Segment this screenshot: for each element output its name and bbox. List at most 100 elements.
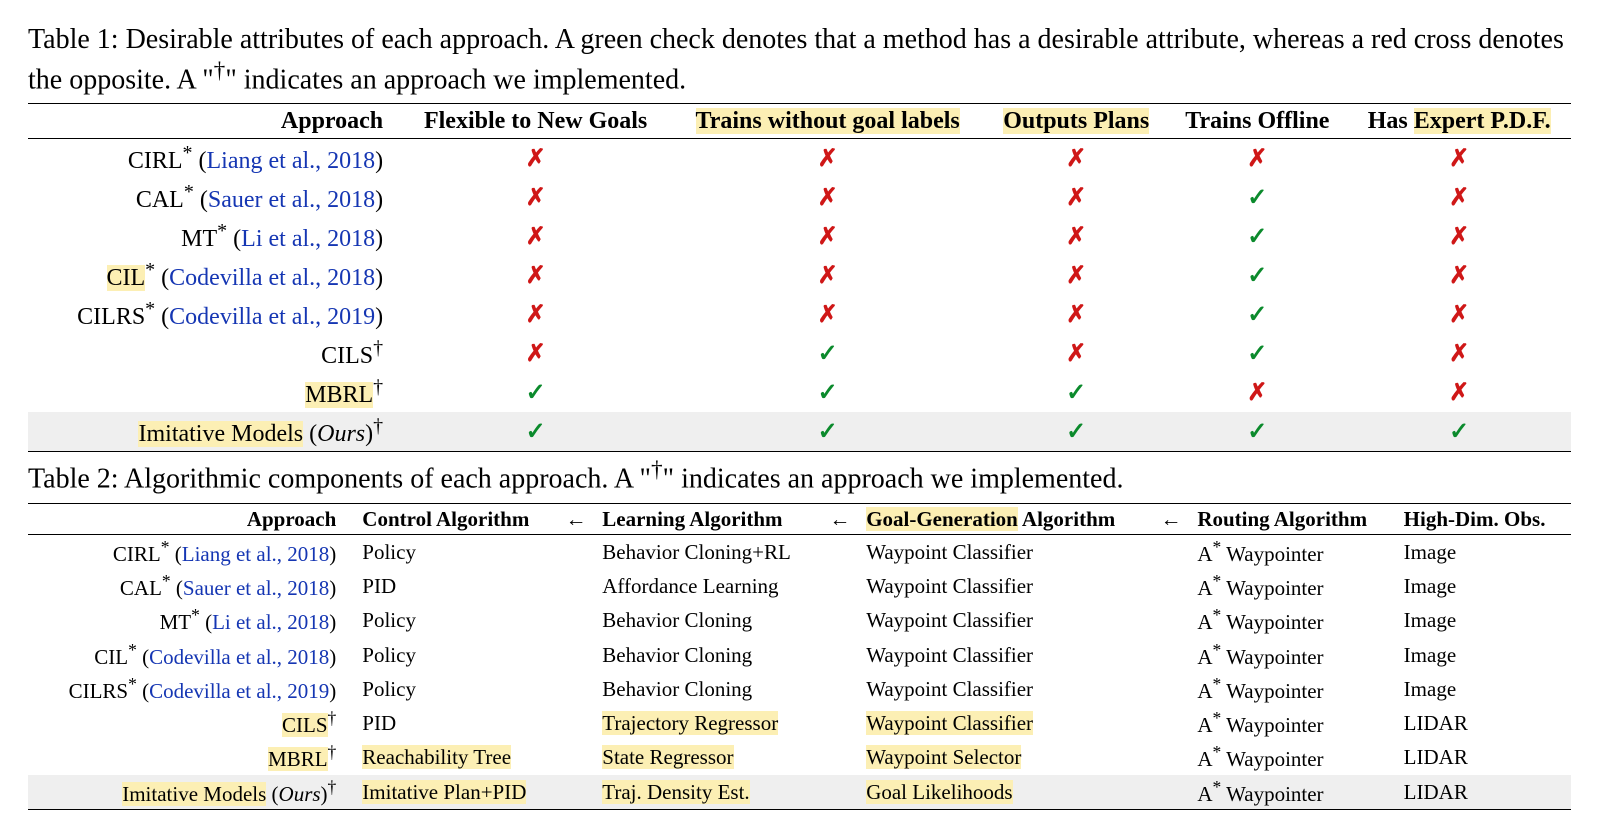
citation-link[interactable]: Liang et al., 2018 xyxy=(207,148,376,174)
cross-icon: ✗ xyxy=(818,184,838,211)
approach-cell: CIL* (Codevilla et al., 2018) xyxy=(28,256,401,295)
algo-cell: Image xyxy=(1396,603,1571,637)
approach-cell: CILRS* (Codevilla et al., 2019) xyxy=(28,672,354,706)
cross-icon: ✗ xyxy=(1066,145,1086,172)
table1-caption: Table 1: Desirable attributes of each ap… xyxy=(28,22,1571,97)
attr-cell: ✗ xyxy=(670,217,985,256)
algo-cell: Behavior Cloning xyxy=(594,638,821,672)
check-icon: ✓ xyxy=(1449,418,1469,445)
attr-cell: ✓ xyxy=(1167,412,1347,452)
algo-cell: Policy xyxy=(354,603,557,637)
algo-cell: A* Waypointer xyxy=(1189,672,1395,706)
table-row: MT* (Li et al., 2018)✗✗✗✓✗ xyxy=(28,217,1571,256)
approach-cell: CILS† xyxy=(28,706,354,740)
table-row: CILS†✗✓✗✓✗ xyxy=(28,334,1571,373)
t2-h-approach: Approach xyxy=(28,503,354,534)
attr-cell: ✗ xyxy=(985,178,1167,217)
approach-cell: CAL* (Sauer et al., 2018) xyxy=(28,569,354,603)
cross-icon: ✗ xyxy=(818,262,838,289)
table-row: MBRL†✓✓✓✗✗ xyxy=(28,373,1571,412)
algo-cell: State Regressor xyxy=(594,740,821,774)
attr-cell: ✗ xyxy=(1347,139,1571,179)
attr-cell: ✗ xyxy=(401,256,670,295)
algo-cell: Waypoint Classifier xyxy=(858,534,1152,569)
cross-icon: ✗ xyxy=(1247,145,1267,172)
check-icon: ✓ xyxy=(1247,418,1267,445)
check-icon: ✓ xyxy=(1247,301,1267,328)
attr-cell: ✓ xyxy=(670,334,985,373)
attr-cell: ✗ xyxy=(401,217,670,256)
approach-cell: MT* (Li et al., 2018) xyxy=(28,217,401,256)
citation-link[interactable]: Codevilla et al., 2019 xyxy=(169,304,375,330)
cross-icon: ✗ xyxy=(1449,223,1469,250)
citation-link[interactable]: Li et al., 2018 xyxy=(241,226,375,252)
algo-cell: Waypoint Classifier xyxy=(858,569,1152,603)
algo-cell: A* Waypointer xyxy=(1189,534,1395,569)
algo-cell: A* Waypointer xyxy=(1189,569,1395,603)
t1-h-plans: Outputs Plans xyxy=(985,104,1167,139)
algo-cell: Image xyxy=(1396,534,1571,569)
attr-cell: ✗ xyxy=(1167,139,1347,179)
algo-cell: Waypoint Classifier xyxy=(858,706,1152,740)
attr-cell: ✗ xyxy=(670,256,985,295)
citation-link[interactable]: Sauer et al., 2018 xyxy=(183,576,329,600)
check-icon: ✓ xyxy=(526,418,546,445)
attr-cell: ✗ xyxy=(670,178,985,217)
citation-link[interactable]: Codevilla et al., 2018 xyxy=(149,645,329,669)
t1-h-approach: Approach xyxy=(28,104,401,139)
t2-h-routing: Routing Algorithm xyxy=(1189,503,1395,534)
attr-cell: ✗ xyxy=(1347,256,1571,295)
check-icon: ✓ xyxy=(1247,223,1267,250)
cross-icon: ✗ xyxy=(1449,379,1469,406)
check-icon: ✓ xyxy=(818,418,838,445)
algo-cell: Goal Likelihoods xyxy=(858,775,1152,810)
table-row: CIL* (Codevilla et al., 2018)PolicyBehav… xyxy=(28,638,1571,672)
approach-cell: MBRL† xyxy=(28,373,401,412)
table2-caption: Table 2: Algorithmic components of each … xyxy=(28,456,1571,496)
citation-link[interactable]: Codevilla et al., 2019 xyxy=(149,679,329,703)
table-row: CIL* (Codevilla et al., 2018)✗✗✗✓✗ xyxy=(28,256,1571,295)
attr-cell: ✗ xyxy=(1347,217,1571,256)
algo-cell: Policy xyxy=(354,638,557,672)
attr-cell: ✗ xyxy=(985,295,1167,334)
table-row: Imitative Models (Ours)†✓✓✓✓✓ xyxy=(28,412,1571,452)
cross-icon: ✗ xyxy=(526,145,546,172)
check-icon: ✓ xyxy=(818,379,838,406)
arrow-icon: ← xyxy=(1153,503,1190,534)
attr-cell: ✓ xyxy=(1167,217,1347,256)
algo-cell: A* Waypointer xyxy=(1189,603,1395,637)
algo-cell: Policy xyxy=(354,534,557,569)
approach-cell: MBRL† xyxy=(28,740,354,774)
algo-cell: Traj. Density Est. xyxy=(594,775,821,810)
arrow-icon: ← xyxy=(822,503,859,534)
cross-icon: ✗ xyxy=(526,262,546,289)
citation-link[interactable]: Li et al., 2018 xyxy=(212,610,329,634)
attr-cell: ✓ xyxy=(401,373,670,412)
check-icon: ✓ xyxy=(526,379,546,406)
table-row: CIRL* (Liang et al., 2018)PolicyBehavior… xyxy=(28,534,1571,569)
attr-cell: ✓ xyxy=(1167,334,1347,373)
table-row: CAL* (Sauer et al., 2018)✗✗✗✓✗ xyxy=(28,178,1571,217)
approach-cell: MT* (Li et al., 2018) xyxy=(28,603,354,637)
attr-cell: ✓ xyxy=(1167,256,1347,295)
table-row: MT* (Li et al., 2018)Policy Behavior Clon… xyxy=(28,603,1571,637)
citation-link[interactable]: Codevilla et al., 2018 xyxy=(169,265,375,291)
cross-icon: ✗ xyxy=(526,301,546,328)
table1: ApproachFlexible to New GoalsTrains with… xyxy=(28,103,1571,452)
attr-cell: ✗ xyxy=(1347,178,1571,217)
table-row: CAL* (Sauer et al., 2018)PIDAffordance L… xyxy=(28,569,1571,603)
t1-h-nolabels: Trains without goal labels xyxy=(670,104,985,139)
cross-icon: ✗ xyxy=(1066,262,1086,289)
algo-cell: A* Waypointer xyxy=(1189,638,1395,672)
citation-link[interactable]: Sauer et al., 2018 xyxy=(208,187,375,213)
citation-link[interactable]: Liang et al., 2018 xyxy=(182,542,330,566)
algo-cell: Behavior Cloning xyxy=(594,603,821,637)
attr-cell: ✗ xyxy=(401,178,670,217)
cross-icon: ✗ xyxy=(1449,145,1469,172)
attr-cell: ✗ xyxy=(401,139,670,179)
attr-cell: ✓ xyxy=(670,373,985,412)
algo-cell: A* Waypointer xyxy=(1189,740,1395,774)
attr-cell: ✗ xyxy=(670,139,985,179)
attr-cell: ✗ xyxy=(985,334,1167,373)
check-icon: ✓ xyxy=(1247,184,1267,211)
